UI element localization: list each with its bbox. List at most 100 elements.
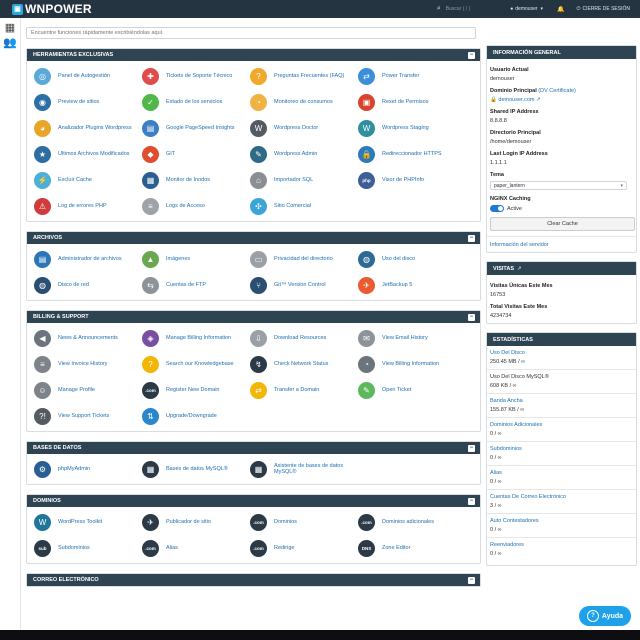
collapse-icon[interactable]: −: [468, 444, 475, 452]
tool-item[interactable]: .com Dominios: [247, 509, 355, 535]
tool-item[interactable]: .com Dominios adicionales: [355, 509, 463, 535]
collapse-icon[interactable]: −: [468, 234, 475, 242]
tool-item[interactable]: ▲ Imágenes: [139, 246, 247, 272]
panel-header[interactable]: BASES DE DATOS −: [27, 442, 480, 454]
tool-item[interactable]: W WordPress Toolkit: [31, 509, 139, 535]
tool-item[interactable]: ▦ Monitor de Inodos: [139, 167, 247, 193]
tool-item[interactable]: ⇆ Cuentas de FTP: [139, 272, 247, 298]
tool-item[interactable]: ✎ Open Ticket: [355, 377, 463, 403]
tool-item[interactable]: ◆ GIT: [139, 141, 247, 167]
apps-grid-icon[interactable]: ▦: [2, 21, 18, 34]
panel-header[interactable]: BILLING & SUPPORT −: [27, 311, 480, 323]
tool-item[interactable]: ◉ Preview de sitios: [31, 89, 139, 115]
support-tickets-icon: ?!: [34, 407, 51, 425]
tool-item[interactable]: ◀ News & Announcements: [31, 325, 139, 351]
notifications-bell[interactable]: 🔔: [557, 6, 564, 13]
stat-name[interactable]: Dominios Adicionales: [490, 422, 633, 428]
tool-item[interactable]: ▦ Asistente de bases de datos MySQL®: [247, 456, 355, 482]
main-domain-link[interactable]: demouser.com: [498, 97, 534, 103]
tool-item[interactable]: ◔ View Billing Information: [355, 351, 463, 377]
tool-item[interactable]: ☺ Manage Profile: [31, 377, 139, 403]
tool-item[interactable]: ◎ Panel de Autogestión: [31, 63, 139, 89]
total-visits-label: Total Visitas Este Mes: [490, 304, 548, 310]
brand-logo[interactable]: ▣ WNPOWER: [12, 2, 92, 16]
tool-item[interactable]: ✈ Publicador de sitio: [139, 509, 247, 535]
tool-item[interactable]: DNS Zone Editor: [355, 535, 463, 561]
tool-item[interactable]: .com Register New Domain: [139, 377, 247, 403]
tool-item[interactable]: ✓ Estado de los servicios: [139, 89, 247, 115]
collapse-icon[interactable]: −: [468, 576, 475, 584]
tool-item[interactable]: ? Search our Knowledgebase: [139, 351, 247, 377]
top-search[interactable]: ⌕ Buscar ( / ): [437, 5, 470, 13]
tool-item[interactable]: W Wordpress Staging: [355, 115, 463, 141]
tool-item[interactable]: ? Preguntas Frecuentes (FAQ): [247, 63, 355, 89]
user-menu[interactable]: ● demouser ▾: [510, 6, 543, 12]
tool-item[interactable]: ◕ Analizador Plugins Wordpress: [31, 115, 139, 141]
tool-item[interactable]: ◍ Uso del disco: [355, 246, 463, 272]
panel-1: ARCHIVOS − ▤ Administrador de archivos ▲ Imág…: [26, 231, 481, 301]
stat-name[interactable]: Cuentas De Correo Electrónico: [490, 494, 633, 500]
tool-item[interactable]: ⚠ Log de errores PHP: [31, 193, 139, 219]
search-icon: ⌕: [436, 5, 441, 12]
tool-item[interactable]: ✚ Tickets de Soporte Técnico: [139, 63, 247, 89]
nginx-toggle[interactable]: [490, 205, 504, 212]
panel-header[interactable]: CORREO ELECTRÓNICO −: [27, 574, 480, 586]
tool-item[interactable]: ⑂ Git™ Version Control: [247, 272, 355, 298]
tool-item[interactable]: ↯ Check Network Status: [247, 351, 355, 377]
tool-item[interactable]: ◍ Disco de red: [31, 272, 139, 298]
help-button[interactable]: ? Ayuda: [579, 606, 631, 626]
users-icon[interactable]: 👥: [2, 36, 18, 49]
panel-header[interactable]: HERRAMIENTAS EXCLUSIVAS −: [27, 49, 480, 61]
collapse-icon[interactable]: −: [468, 51, 475, 59]
tool-item[interactable]: ◔ Monitoreo de consumos: [247, 89, 355, 115]
panel-2: BILLING & SUPPORT − ◀ News & Announcements ◈…: [26, 310, 481, 432]
tool-label: JetBackup 5: [382, 281, 413, 288]
tool-item[interactable]: ⇩ Download Resources: [247, 325, 355, 351]
tool-item[interactable]: ▤ Google PageSpeed Insights: [139, 115, 247, 141]
stat-name[interactable]: Subdominios: [490, 446, 633, 452]
stat-name[interactable]: Uso Del Disco: [490, 350, 633, 356]
tool-item[interactable]: ⇄ Transfer a Domain: [247, 377, 355, 403]
tool-item[interactable]: ✣ Sitio Comercial: [247, 193, 355, 219]
tool-item[interactable]: ▣ Reset de Permisos: [355, 89, 463, 115]
tool-item[interactable]: ≡ View Invoice History: [31, 351, 139, 377]
clear-cache-button[interactable]: Clear Cache: [490, 217, 635, 231]
tool-item[interactable]: ⚙ phpMyAdmin: [31, 456, 139, 482]
panel-header[interactable]: DOMINIOS −: [27, 495, 480, 507]
stat-name[interactable]: Reenviadores: [490, 542, 633, 548]
tool-item[interactable]: .com Alias: [139, 535, 247, 561]
panel-header[interactable]: ARCHIVOS −: [27, 232, 480, 244]
stat-name[interactable]: Auto Contestadores: [490, 518, 633, 524]
tool-item[interactable]: ⇅ Upgrade/Downgrade: [139, 403, 247, 429]
tool-item[interactable]: ★ Ultimos Archivos Modificados: [31, 141, 139, 167]
tool-item[interactable]: ▤ Administrador de archivos: [31, 246, 139, 272]
tool-item[interactable]: W Wordpress Doctor: [247, 115, 355, 141]
tool-item[interactable]: sub Subdominios: [31, 535, 139, 561]
stat-name[interactable]: Banda Ancha: [490, 398, 633, 404]
tool-item[interactable]: .com Redirige: [247, 535, 355, 561]
tool-item[interactable]: ⚡ Excluir Cache: [31, 167, 139, 193]
tool-item[interactable]: ⇄ Power Transfer: [355, 63, 463, 89]
collapse-icon[interactable]: −: [468, 313, 475, 321]
tool-item[interactable]: ⌂ Importador SQL: [247, 167, 355, 193]
tool-item[interactable]: ✉ View Email History: [355, 325, 463, 351]
function-search-input[interactable]: [26, 27, 476, 39]
tool-item[interactable]: ✎ Wordpress Admin: [247, 141, 355, 167]
tool-item[interactable]: ✈ JetBackup 5: [355, 272, 463, 298]
tool-item[interactable]: 🔒 Redireccionador HTTPS: [355, 141, 463, 167]
server-info-link[interactable]: Información del servidor: [490, 242, 633, 248]
tool-item[interactable]: ▦ Bases de datos MySQL®: [139, 456, 247, 482]
logout-link[interactable]: ⏻ CIERRE DE SESIÓN: [577, 6, 630, 12]
tool-item[interactable]: php Visor de PHPInfo: [355, 167, 463, 193]
external-link-icon[interactable]: ↗: [517, 266, 522, 272]
ssl-badge[interactable]: (DV Certificate): [538, 88, 576, 94]
stat-name[interactable]: Alias: [490, 470, 633, 476]
collapse-icon[interactable]: −: [468, 497, 475, 505]
tool-item[interactable]: ≡ Logs de Acceso: [139, 193, 247, 219]
external-link-icon[interactable]: ↗: [536, 97, 541, 103]
tool-item[interactable]: ?! View Support Tickets: [31, 403, 139, 429]
tool-item[interactable]: ▭ Privacidad del directorio: [247, 246, 355, 272]
tool-item[interactable]: ◈ Manage Billing Information: [139, 325, 247, 351]
theme-select[interactable]: paper_lantern ▾: [490, 181, 627, 190]
access-log-icon: ≡: [142, 197, 159, 215]
